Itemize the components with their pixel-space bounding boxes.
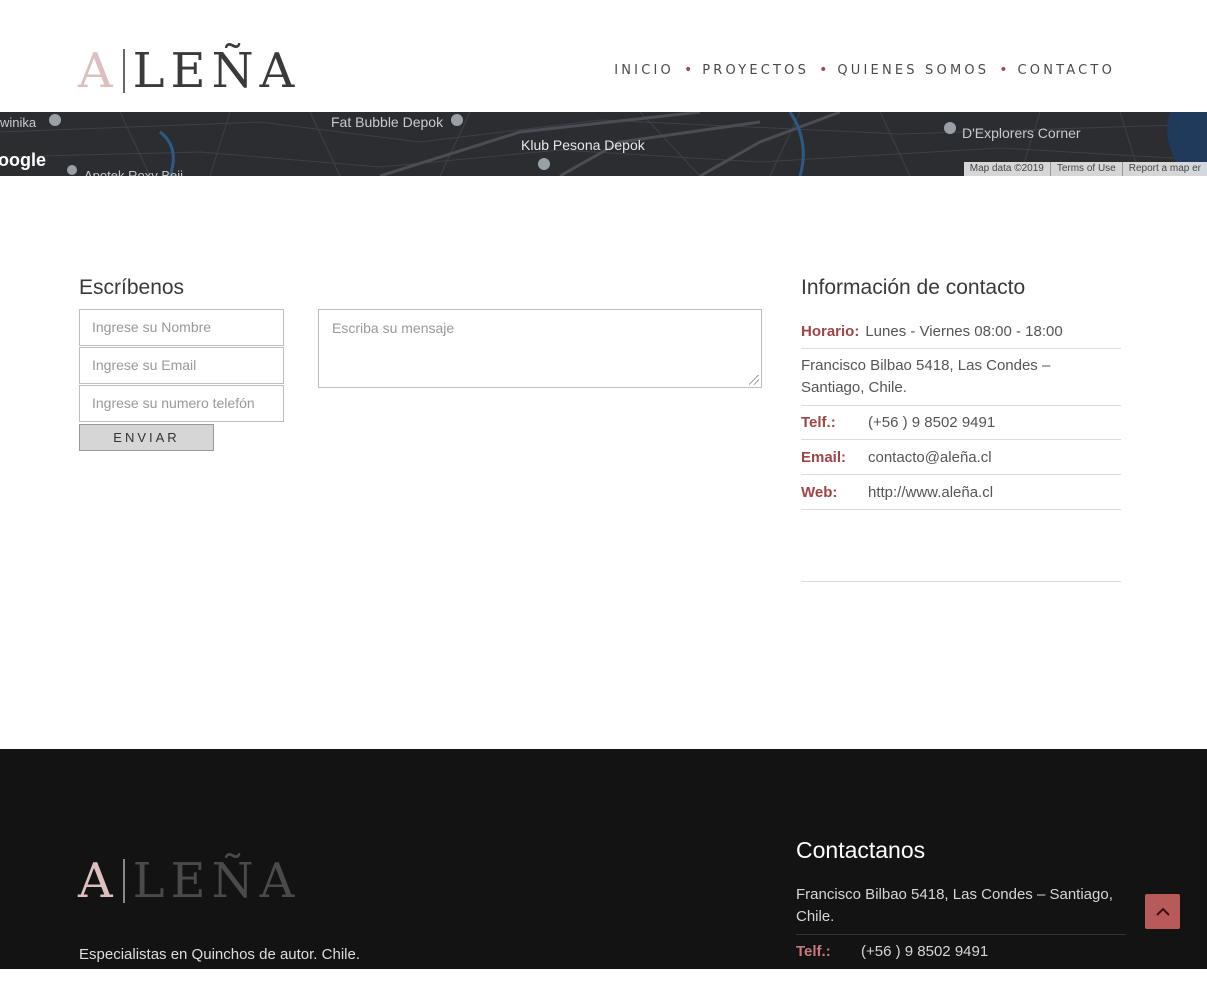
web-label: Web:: [801, 483, 838, 501]
main-nav: INICIO • PROYECTOS • QUIENES SOMOS • CON…: [614, 62, 1115, 78]
footer-phone-row: Telf.: (+56 ) 9 8502 9491: [796, 943, 988, 960]
message-placeholder: Escriba su mensaje: [332, 320, 455, 336]
nav-item-proyectos[interactable]: PROYECTOS: [702, 63, 809, 78]
location-map[interactable]: winika Fat Bubble Depok Klub Pesona Depo…: [0, 112, 1207, 176]
phone-field[interactable]: Ingrese su numero telefón: [79, 385, 284, 422]
hours-label: Horario:: [801, 323, 860, 340]
page-bottom-edge: [0, 969, 1207, 994]
message-field[interactable]: Escriba su mensaje: [318, 309, 762, 388]
email-field[interactable]: Ingrese su Email: [79, 347, 284, 384]
name-field[interactable]: Ingrese su Nombre: [79, 309, 284, 346]
map-label: Apotek Roxy Beji: [84, 168, 183, 176]
logo-divider: [122, 859, 125, 903]
email-row: Email: contacto@aleña.cl: [801, 440, 1121, 475]
nav-separator: •: [819, 62, 828, 78]
map-label: Fat Bubble Depok: [331, 114, 444, 130]
footer-tagline: Especialistas en Quinchos de autor. Chil…: [79, 946, 360, 963]
contact-info-list: Horario: Lunes - Viernes 08:00 - 18:00 F…: [801, 315, 1121, 582]
form-title: Escríbenos: [79, 276, 185, 299]
web-value[interactable]: http://www.aleña.cl: [868, 484, 993, 501]
divider: [801, 510, 1121, 582]
email-value[interactable]: contacto@aleña.cl: [868, 449, 992, 466]
logo-initial: A: [78, 43, 117, 99]
logo-initial: A: [78, 853, 117, 909]
chevron-up-icon: [1155, 907, 1170, 916]
footer-phone-value: (+56 ) 9 8502 9491: [861, 943, 989, 960]
site-logo[interactable]: A LEÑA: [78, 46, 300, 96]
send-button[interactable]: ENVIAR: [79, 424, 214, 451]
map-label: winika: [0, 115, 37, 130]
site-footer: A LEÑA Especialistas en Quinchos de auto…: [0, 749, 1207, 969]
nav-item-contacto[interactable]: CONTACTO: [1018, 63, 1115, 78]
nav-item-quienes-somos[interactable]: QUIENES SOMOS: [837, 63, 989, 78]
contact-info-title: Información de contacto: [801, 276, 1026, 299]
phone-label: Telf.:: [801, 414, 836, 431]
map-attribution: Map data ©2019 Terms of Use Report a map…: [963, 162, 1207, 176]
map-report-link[interactable]: Report a map er: [1121, 162, 1207, 176]
map-terms-link[interactable]: Terms of Use: [1049, 162, 1122, 176]
google-logo: oogle: [0, 150, 46, 170]
phone-row: Telf.: (+56 ) 9 8502 9491: [801, 406, 1121, 440]
map-data-credit: Map data ©2019: [969, 163, 1044, 174]
address-row: Francisco Bilbao 5418, Las Condes – Sant…: [801, 349, 1121, 406]
nav-separator: •: [683, 62, 693, 78]
back-to-top-button[interactable]: [1145, 894, 1180, 929]
map-label: D'Explorers Corner: [962, 125, 1081, 141]
nav-separator: •: [999, 62, 1008, 78]
resize-handle-icon[interactable]: [749, 375, 759, 385]
hours-value: Lunes - Viernes 08:00 - 18:00: [865, 323, 1063, 340]
footer-logo[interactable]: A LEÑA: [78, 857, 300, 905]
logo-divider: [122, 49, 125, 93]
phone-value: (+56 ) 9 8502 9491: [868, 414, 996, 431]
address-value: Francisco Bilbao 5418, Las Condes – Sant…: [801, 357, 1051, 396]
footer-contact-title: Contactanos: [796, 837, 926, 863]
logo-wordmark: LEÑA: [132, 43, 301, 99]
footer-phone-label: Telf.:: [796, 943, 831, 960]
hours-row: Horario: Lunes - Viernes 08:00 - 18:00: [801, 315, 1121, 349]
site-header: A LEÑA INICIO • PROYECTOS • QUIENES SOMO…: [0, 0, 1207, 112]
web-row: Web: http://www.aleña.cl: [801, 475, 1121, 510]
nav-item-inicio[interactable]: INICIO: [614, 63, 674, 78]
map-label: Klub Pesona Depok: [521, 137, 645, 153]
logo-wordmark: LEÑA: [132, 853, 301, 909]
email-label: Email:: [801, 448, 847, 466]
footer-address: Francisco Bilbao 5418, Las Condes – Sant…: [796, 884, 1126, 935]
